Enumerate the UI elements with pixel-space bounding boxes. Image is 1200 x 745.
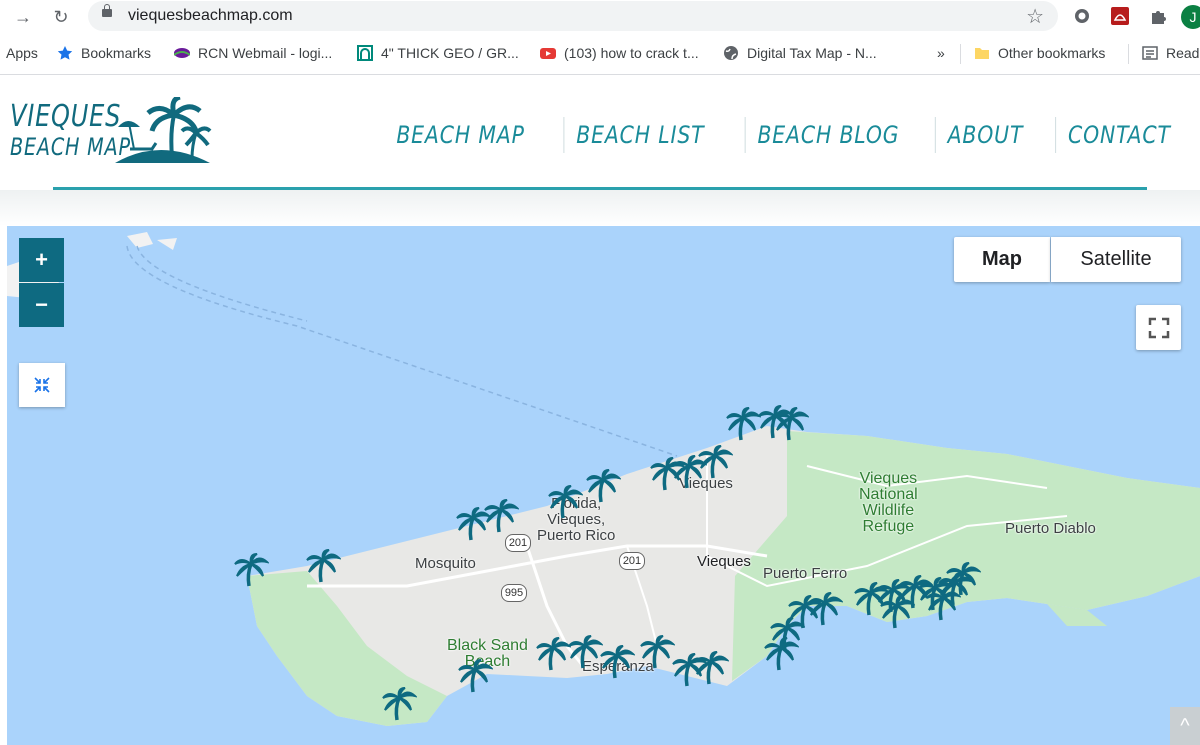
bookmark-label: 4" THICK GEO / GR... [381, 45, 519, 61]
rcn-icon [174, 48, 190, 58]
logo-line1: VIEQUES [10, 99, 122, 134]
beach-palm-marker[interactable] [639, 634, 677, 670]
page-gutter [0, 190, 1200, 226]
apps-label: Apps [6, 45, 38, 61]
map-type-satellite[interactable]: Satellite [1051, 237, 1181, 282]
beach-palm-marker[interactable] [763, 636, 801, 672]
bookmark-label: Bookmarks [81, 45, 152, 61]
beach-palm-marker[interactable] [547, 484, 585, 520]
beach-palm-marker[interactable] [535, 636, 573, 672]
nav-beach-map[interactable]: BEACH MAP [385, 117, 537, 153]
reading-list-icon [1142, 46, 1158, 60]
route-shield: 995 [501, 584, 527, 602]
beach-palm-marker[interactable] [233, 552, 271, 588]
bookmark-label: Digital Tax Map - N... [747, 45, 877, 61]
label-vieques-center: Vieques [697, 553, 751, 570]
beach-palm-marker[interactable] [773, 406, 811, 442]
label-mosquito: Mosquito [415, 555, 476, 572]
geo-icon [357, 45, 373, 61]
bookmark-digital-tax-map[interactable]: Digital Tax Map - N... [723, 45, 877, 61]
browser-toolbar: → ↻ viequesbeachmap.com ☆ J [0, 0, 1200, 34]
nav-about[interactable]: ABOUT [934, 117, 1035, 153]
ferry-route [126, 245, 678, 457]
fullscreen-icon [1148, 317, 1169, 338]
reading-list[interactable]: Read [1142, 45, 1199, 61]
beach-palm-marker[interactable] [599, 644, 637, 680]
globe-icon [724, 46, 738, 60]
islet-land [127, 232, 153, 248]
beach-palm-marker[interactable] [697, 444, 735, 480]
nav-beach-list[interactable]: BEACH LIST [563, 117, 717, 153]
scroll-to-top-button[interactable]: ^ [1170, 707, 1200, 745]
bookmark-bookmarks[interactable]: Bookmarks [57, 45, 151, 61]
bookmarks-bar: Apps Bookmarks RCN Webmail - logi... 4" … [0, 34, 1200, 75]
bookmark-geo[interactable]: 4" THICK GEO / GR... [357, 45, 519, 61]
nav-beach-blog[interactable]: BEACH BLOG [744, 117, 912, 153]
url-text: viequesbeachmap.com [128, 7, 293, 24]
beach-palm-marker[interactable] [483, 498, 521, 534]
bookmark-divider [1128, 44, 1129, 64]
bookmark-label: RCN Webmail - logi... [198, 45, 333, 61]
beach-map[interactable]: Vieques Florida, Vieques, Puerto Rico Mo… [7, 226, 1200, 745]
beach-palm-marker[interactable] [585, 468, 623, 504]
label-puerto-ferro: Puerto Ferro [763, 565, 848, 582]
beach-palm-marker[interactable] [305, 548, 343, 584]
label-puerto-diablo: Puerto Diablo [1005, 520, 1096, 537]
beach-palm-marker[interactable] [725, 406, 763, 442]
bookmark-label: Read [1166, 45, 1200, 61]
beach-palm-marker[interactable] [925, 586, 963, 622]
beach-palm-marker[interactable] [457, 658, 495, 694]
puzzle-extensions-icon[interactable] [1147, 5, 1169, 27]
collapse-arrows-icon [34, 377, 50, 393]
fullscreen-button[interactable] [1136, 305, 1181, 350]
bookmark-label: Other bookmarks [998, 45, 1106, 61]
extension-circle-icon[interactable] [1071, 5, 1093, 27]
bookmark-label: (103) how to crack t... [564, 45, 699, 61]
reload-icon[interactable]: ↻ [48, 4, 74, 30]
beach-palm-marker[interactable] [879, 594, 917, 630]
pdf-extension-icon[interactable] [1109, 5, 1131, 27]
folder-icon [975, 48, 989, 59]
map-type-map[interactable]: Map [954, 237, 1050, 282]
ferry-route [136, 245, 308, 322]
islet-land [157, 238, 177, 250]
bookmark-other[interactable]: Other bookmarks [974, 45, 1105, 61]
address-bar[interactable]: viequesbeachmap.com ☆ [88, 1, 1058, 31]
more-bookmarks-chevron-icon[interactable]: » [937, 45, 945, 61]
youtube-icon [540, 48, 556, 59]
nav-contact[interactable]: CONTACT [1055, 117, 1182, 153]
route-shield: 201 [619, 552, 645, 570]
beach-palm-marker[interactable] [567, 634, 605, 670]
route-shield: 201 [505, 534, 531, 552]
bookmark-youtube[interactable]: (103) how to crack t... [540, 45, 699, 61]
star-icon [57, 46, 73, 60]
bookmark-rcn-webmail[interactable]: RCN Webmail - logi... [174, 45, 332, 61]
site-header: VIEQUES BEACH MAP BEACH MAP BEACH LIST B… [0, 75, 1200, 190]
bookmark-star-icon[interactable]: ☆ [1026, 4, 1044, 29]
bookmark-apps[interactable]: Apps [6, 45, 38, 61]
beach-palm-marker[interactable] [693, 650, 731, 686]
main-nav: BEACH MAP BEACH LIST BEACH BLOG ABOUT CO… [371, 117, 1194, 153]
label-wildlife-refuge: Vieques National Wildlife Refuge [859, 470, 918, 535]
zoom-out-button[interactable]: − [19, 283, 64, 327]
bookmark-divider [960, 44, 961, 64]
logo-palm-island-icon [115, 97, 212, 163]
beach-palm-marker[interactable] [381, 686, 419, 722]
profile-avatar[interactable]: J [1181, 5, 1200, 29]
lock-icon [102, 4, 112, 17]
site-logo[interactable]: VIEQUES BEACH MAP [10, 95, 220, 170]
reset-view-button[interactable] [19, 363, 65, 407]
zoom-in-button[interactable]: + [19, 238, 64, 282]
forward-icon[interactable]: → [10, 4, 36, 30]
